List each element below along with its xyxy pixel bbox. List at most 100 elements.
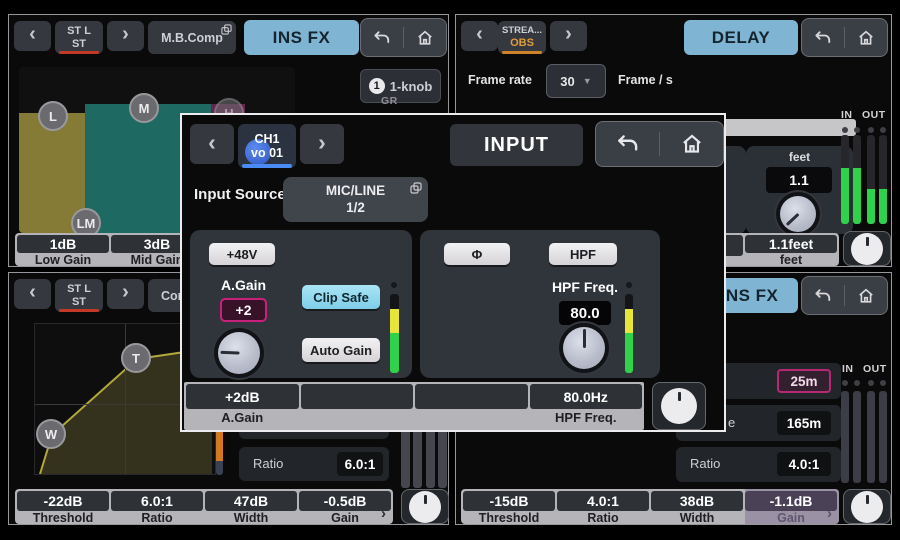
ratio-value-box: 4.0:1	[777, 452, 831, 476]
undo-icon[interactable]	[813, 28, 833, 48]
handle-threshold[interactable]: T	[121, 343, 151, 373]
knob-marker	[583, 329, 586, 348]
chevron-left-icon: ‹	[29, 23, 36, 46]
clip-safe-button[interactable]: Clip Safe	[302, 285, 380, 309]
param-cell-gain-selected[interactable]: -1.1dB Gain	[745, 489, 839, 524]
param-cell-2[interactable]	[301, 384, 414, 430]
param-cell-threshold[interactable]: -22dB Threshold	[17, 491, 109, 524]
touch-knob-button[interactable]	[401, 489, 449, 524]
nav-group	[801, 18, 888, 57]
touch-knob-button[interactable]	[843, 231, 891, 266]
param-label: Ratio	[557, 511, 649, 524]
tab-label: INS FX	[273, 28, 331, 48]
param-cell-threshold[interactable]: -15dB Threshold	[463, 491, 555, 524]
handle-mid[interactable]: M	[129, 93, 159, 123]
hpf-freq-value-box[interactable]: 80.0	[559, 301, 611, 325]
param-cell-again[interactable]: +2dB A.Gain	[186, 384, 299, 430]
next-channel-button[interactable]: ›	[300, 124, 344, 164]
out-meter-r	[879, 135, 887, 224]
again-value-box[interactable]: +2	[220, 298, 267, 322]
param-cell-ratio[interactable]: 6.0:1 Ratio	[111, 491, 203, 524]
prev-channel-button[interactable]: ‹	[461, 21, 498, 51]
channel-select-button[interactable]: STREA... OBS	[498, 21, 546, 54]
attack-value-box: 25m	[777, 369, 831, 393]
param-cell-width[interactable]: 38dB Width	[651, 491, 743, 524]
mixer-screen: ‹ ST L ST › M.B.Comp INS FX L M H LM 1 1…	[0, 0, 900, 540]
param-cell-3[interactable]	[415, 384, 528, 430]
param-label: Width	[205, 511, 297, 524]
home-icon[interactable]	[856, 286, 876, 306]
dialog-title-label: INPUT	[484, 134, 549, 157]
channel-name-label: vo 01	[251, 146, 283, 160]
hpf-freq-value: 80.0	[570, 305, 599, 322]
touch-knob-button[interactable]	[652, 382, 706, 430]
channel-select-button[interactable]: CH1 vo 01	[238, 124, 296, 168]
next-channel-button[interactable]: ›	[550, 21, 587, 51]
hpf-button[interactable]: HPF	[549, 243, 617, 265]
preset-label: M.B.Comp	[161, 31, 223, 45]
one-knob-button[interactable]: 1 1-knob	[360, 69, 441, 103]
again-knob[interactable]	[218, 332, 260, 374]
more-params-chevron-icon[interactable]: ›	[381, 505, 386, 522]
phase-button[interactable]: Φ	[444, 243, 510, 265]
param-cell-feet[interactable]: 1.1feet feet	[745, 235, 837, 266]
meter-peak-dot	[868, 127, 874, 133]
tab-delay[interactable]: DELAY	[684, 20, 798, 55]
param-label: HPF Freq.	[530, 409, 643, 424]
frame-rate-select[interactable]: 30 ▼	[546, 64, 606, 98]
ratio-row[interactable]: Ratio 6.0:1	[239, 447, 389, 481]
channel-select-button[interactable]: ST L ST	[55, 279, 103, 312]
phantom-48v-label: +48V	[227, 247, 258, 262]
preset-button[interactable]: M.B.Comp	[148, 21, 236, 54]
chevron-right-icon: ›	[565, 23, 572, 46]
ratio-row[interactable]: Ratio 4.0:1	[676, 447, 841, 482]
home-icon[interactable]	[856, 28, 876, 48]
prev-channel-button[interactable]: ‹	[14, 279, 51, 309]
feet-knob[interactable]	[780, 196, 816, 232]
param-label: Low Gain	[17, 253, 109, 266]
more-params-chevron-icon[interactable]: ›	[827, 505, 832, 522]
handle-low[interactable]: L	[38, 101, 68, 131]
param-value: 1.1feet	[745, 235, 837, 253]
copy-icon	[410, 182, 422, 194]
next-channel-button[interactable]: ›	[107, 279, 144, 309]
auto-gain-button[interactable]: Auto Gain	[302, 338, 380, 362]
handle-width[interactable]: W	[36, 419, 66, 449]
param-label: Ratio	[111, 511, 203, 524]
undo-icon[interactable]	[813, 286, 833, 306]
out-label: OUT	[863, 363, 887, 375]
prev-channel-button[interactable]: ‹	[190, 124, 234, 164]
home-icon[interactable]	[679, 131, 705, 157]
handle-lowmid[interactable]: LM	[71, 208, 101, 233]
param-cell-low-gain[interactable]: 1dB Low Gain	[17, 235, 109, 266]
delay-scale-bar	[706, 119, 856, 136]
in-meter-r	[853, 135, 861, 224]
ratio-value: 4.0:1	[789, 457, 820, 472]
param-label	[415, 409, 528, 412]
phantom-48v-button[interactable]: +48V	[209, 243, 275, 265]
param-value: -22dB	[17, 491, 109, 511]
feet-value-box[interactable]: 1.1	[766, 167, 832, 193]
undo-icon[interactable]	[372, 28, 392, 48]
param-cell-gain[interactable]: -0.5dB Gain	[299, 491, 391, 524]
home-icon[interactable]	[415, 28, 435, 48]
channel-select-button[interactable]: ST L ST	[55, 21, 103, 54]
tab-ins-fx[interactable]: INS FX	[244, 20, 359, 55]
next-channel-button[interactable]: ›	[107, 21, 144, 51]
touch-knob-button[interactable]	[843, 489, 891, 524]
input-source-value: MIC/LINE	[326, 183, 385, 200]
meter-bar	[413, 426, 422, 488]
prev-channel-button[interactable]: ‹	[14, 21, 51, 51]
meter-peak-dot	[842, 380, 848, 386]
channel-subname-label: OBS	[510, 37, 534, 49]
param-cell-ratio[interactable]: 4.0:1 Ratio	[557, 491, 649, 524]
param-cell-width[interactable]: 47dB Width	[205, 491, 297, 524]
undo-icon[interactable]	[615, 131, 641, 157]
knob-icon	[661, 388, 697, 424]
param-value	[301, 384, 414, 409]
param-label: feet	[745, 253, 837, 266]
input-source-button[interactable]: MIC/LINE 1/2	[283, 177, 428, 222]
hpf-freq-knob[interactable]	[563, 327, 605, 369]
channel-color-bar	[502, 51, 542, 54]
param-cell-hpf-freq[interactable]: 80.0Hz HPF Freq.	[530, 384, 643, 430]
